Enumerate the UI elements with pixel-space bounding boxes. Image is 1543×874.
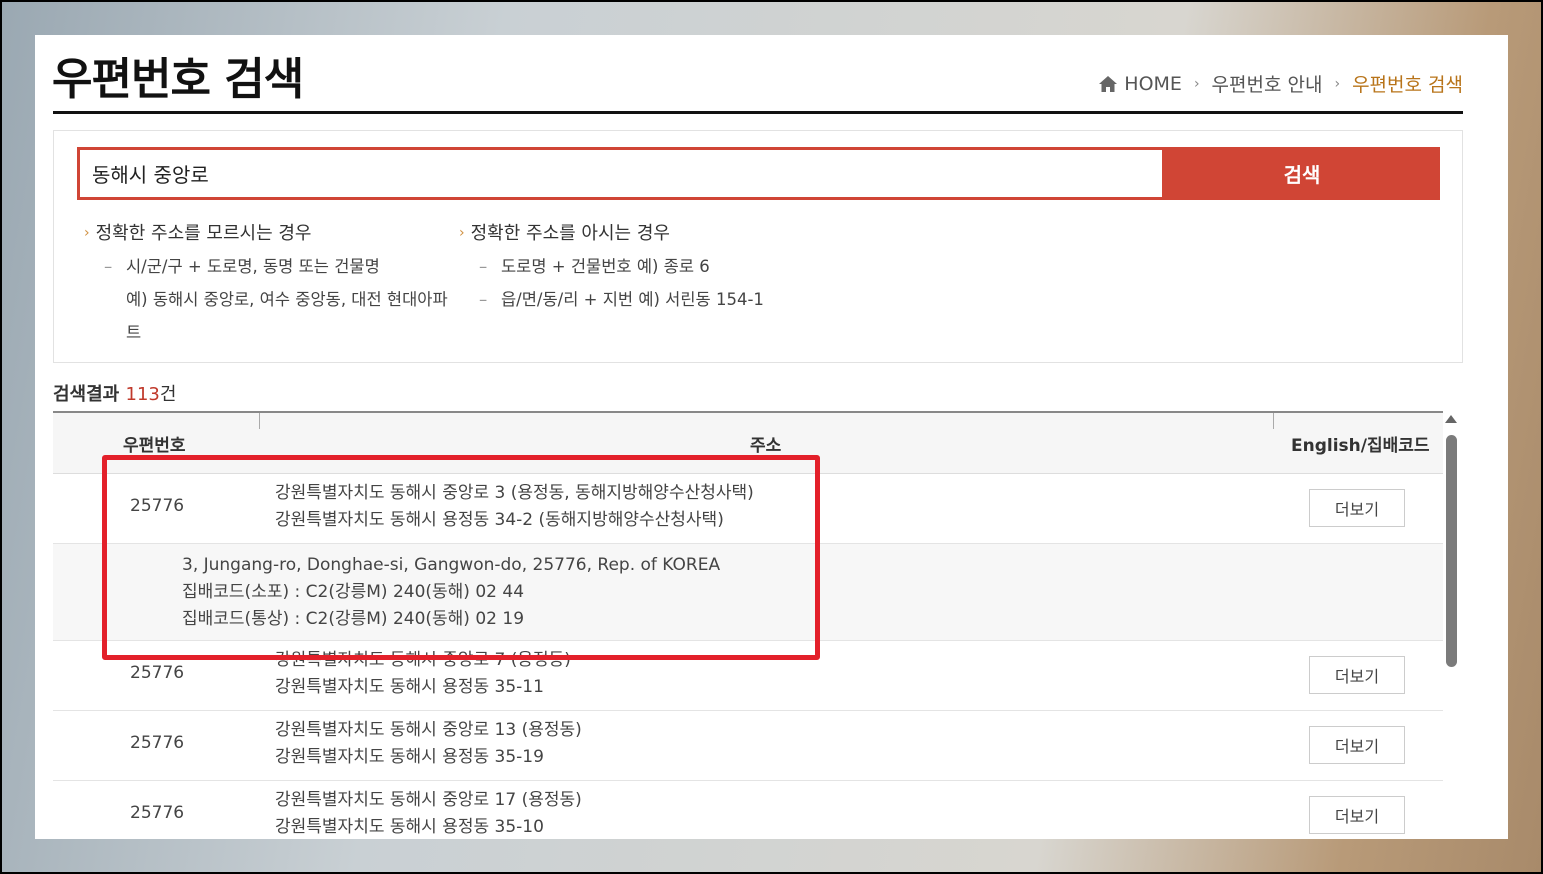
table-row[interactable]: 25776 강원특별자치도 동해시 중앙로 17 (용정동) 강원특별자치도 동… xyxy=(53,781,1443,839)
row-address[interactable]: 강원특별자치도 동해시 중앙로 13 (용정동) 강원특별자치도 동해시 용정동… xyxy=(275,717,582,771)
breadcrumb: HOME › 우편번호 안내 › 우편번호 검색 xyxy=(1098,70,1463,97)
scroll-up-arrow-icon[interactable] xyxy=(1445,415,1457,423)
column-header-address: 주소 xyxy=(750,436,782,456)
guide-unknown-address: › 정확한 주소를 모르시는 경우 – 시/군/구 + 도로명, 동명 또는 건물… xyxy=(84,217,448,349)
guide-example-wrap: 트 xyxy=(126,323,142,342)
result-count-suffix: 건 xyxy=(159,384,177,405)
chevron-right-icon: › xyxy=(1193,75,1200,92)
english-address: 3, Jungang-ro, Donghae-si, Gangwon-do, 2… xyxy=(182,555,721,575)
jibun-address: 강원특별자치도 동해시 용정동 34-2 (동해지방해양수산청사택) xyxy=(275,510,724,530)
more-button[interactable]: 더보기 xyxy=(1309,796,1405,834)
breadcrumb-postcode-guide[interactable]: 우편번호 안내 xyxy=(1212,70,1323,97)
home-icon[interactable] xyxy=(1098,75,1118,93)
dash-icon: – xyxy=(479,290,488,309)
table-row[interactable]: 25776 강원특별자치도 동해시 중앙로 7 (용정동) 강원특별자치도 동해… xyxy=(53,641,1443,711)
search-input[interactable] xyxy=(77,147,1165,200)
row-zip: 25776 xyxy=(130,733,185,753)
road-address: 강원특별자치도 동해시 중앙로 7 (용정동) xyxy=(275,650,571,670)
guide-line: 읍/면/동/리 + 지번 예) 서린동 154-1 xyxy=(501,290,764,309)
scrollbar-thumb[interactable] xyxy=(1446,435,1457,667)
delivery-code-mail: 집배코드(통상) : C2(강릉M) 240(동해) 02 19 xyxy=(182,609,525,629)
column-divider xyxy=(1273,413,1274,429)
guide-line: 도로명 + 건물번호 예) 종로 6 xyxy=(501,257,710,276)
more-button[interactable]: 더보기 xyxy=(1309,656,1405,694)
guide-heading: 정확한 주소를 아시는 경우 xyxy=(470,223,670,244)
column-header-zip: 우편번호 xyxy=(123,436,186,456)
breadcrumb-current[interactable]: 우편번호 검색 xyxy=(1352,70,1463,97)
breadcrumb-home[interactable]: HOME xyxy=(1124,73,1182,95)
guide-line: 시/군/구 + 도로명, 동명 또는 건물명 xyxy=(126,257,380,276)
jibun-address: 강원특별자치도 동해시 용정동 35-11 xyxy=(275,677,544,697)
row-address[interactable]: 강원특별자치도 동해시 중앙로 17 (용정동) 강원특별자치도 동해시 용정동… xyxy=(275,787,582,839)
result-count: 검색결과 113건 xyxy=(53,380,176,406)
road-address: 강원특별자치도 동해시 중앙로 3 (용정동, 동해지방해양수산청사택) xyxy=(275,483,754,503)
search-button[interactable]: 검색 xyxy=(1164,147,1440,200)
result-count-label: 검색결과 xyxy=(53,384,120,405)
page-title: 우편번호 검색 xyxy=(52,54,304,105)
row-zip: 25776 xyxy=(130,803,185,823)
table-row[interactable]: 25776 강원특별자치도 동해시 중앙로 13 (용정동) 강원특별자치도 동… xyxy=(53,711,1443,781)
row-address[interactable]: 강원특별자치도 동해시 중앙로 3 (용정동, 동해지방해양수산청사택) 강원특… xyxy=(275,480,754,534)
road-address: 강원특별자치도 동해시 중앙로 17 (용정동) xyxy=(275,790,582,810)
row-zip: 25776 xyxy=(130,496,185,516)
column-header-english: English/집배코드 xyxy=(1291,436,1430,456)
table-row[interactable]: 25776 강원특별자치도 동해시 중앙로 3 (용정동, 동해지방해양수산청사… xyxy=(53,474,1443,544)
search-panel: 검색 › 정확한 주소를 모르시는 경우 –시/군/구 + 도로명, 동명 또는… xyxy=(53,130,1463,363)
row-address[interactable]: 강원특별자치도 동해시 중앙로 7 (용정동) 강원특별자치도 동해시 용정동 … xyxy=(275,647,571,701)
english-detail-row: 3, Jungang-ro, Donghae-si, Gangwon-do, 2… xyxy=(53,544,1443,641)
jibun-address: 강원특별자치도 동해시 용정동 35-19 xyxy=(275,747,544,767)
dash-icon: – xyxy=(104,257,113,276)
dash-icon: – xyxy=(479,257,488,276)
bullet-chevron-icon: › xyxy=(459,225,465,241)
title-divider xyxy=(53,111,1463,114)
guide-example: 예) 동해시 중앙로, 여수 중앙동, 대전 현대아파 xyxy=(126,290,448,309)
row-zip: 25776 xyxy=(130,663,185,683)
bullet-chevron-icon: › xyxy=(84,225,90,241)
english-detail: 3, Jungang-ro, Donghae-si, Gangwon-do, 2… xyxy=(182,552,720,633)
jibun-address: 강원특별자치도 동해시 용정동 35-10 xyxy=(275,817,544,837)
results-scrollbar[interactable] xyxy=(1443,411,1459,839)
road-address: 강원특별자치도 동해시 중앙로 13 (용정동) xyxy=(275,720,582,740)
guide-heading: 정확한 주소를 모르시는 경우 xyxy=(95,223,312,244)
more-button[interactable]: 더보기 xyxy=(1309,726,1405,764)
result-count-number: 113 xyxy=(125,384,160,405)
more-button[interactable]: 더보기 xyxy=(1309,489,1405,527)
guide-known-address: › 정확한 주소를 아시는 경우 – 도로명 + 건물번호 예) 종로 6 – 읍/… xyxy=(459,217,764,316)
delivery-code-parcel: 집배코드(소포) : C2(강릉M) 240(동해) 02 44 xyxy=(182,582,525,602)
results-table: 우편번호 주소 English/집배코드 25776 강원특별자치도 동해시 중… xyxy=(53,411,1443,839)
table-header: 우편번호 주소 English/집배코드 xyxy=(53,413,1443,474)
chevron-right-icon: › xyxy=(1334,75,1341,92)
column-divider xyxy=(259,413,260,429)
content-panel: 우편번호 검색 HOME › 우편번호 안내 › 우편번호 검색 검색 › 정확… xyxy=(35,35,1508,839)
